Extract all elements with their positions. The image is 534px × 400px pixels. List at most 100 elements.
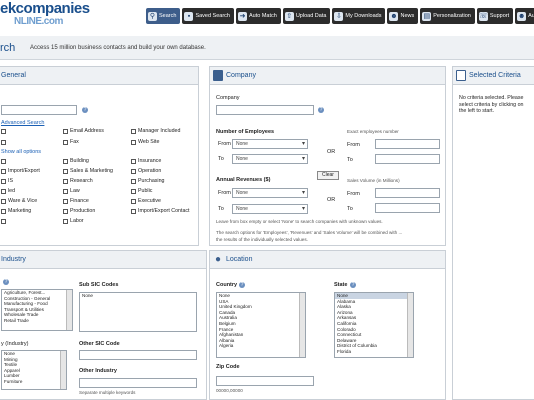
disk-icon: ▪ [184, 11, 194, 21]
checkbox-public[interactable]: Public [131, 187, 152, 195]
nav-downloads-button[interactable]: ⇩ My Downloads [332, 8, 386, 24]
list-item[interactable]: Florida [335, 349, 413, 355]
checkbox-marketing[interactable]: Marketing [1, 207, 63, 215]
nav-saved-search-button[interactable]: ▪ Saved Search [182, 8, 234, 24]
employees-to-select[interactable]: None [232, 154, 308, 164]
general-checkbox-grid-2: Building Insurance Import/Export Sales & M… [1, 157, 196, 225]
industry-list[interactable]: Agriculture, Forest... Construction - Ge… [1, 289, 73, 331]
sales-volume-label: Sales Volume (in Millions) [347, 178, 400, 183]
map-pin-icon: ● [215, 254, 222, 265]
sales-to-input[interactable] [375, 203, 440, 213]
state-label: State [334, 282, 348, 288]
other-sic-label: Other SIC Code [79, 341, 120, 347]
exact-from-label: From [347, 142, 360, 148]
checkbox-insurance[interactable]: Insurance [131, 157, 161, 165]
revenue-from-label: From [218, 190, 231, 196]
checkbox-finance[interactable]: Finance [63, 197, 131, 205]
show-options-link[interactable]: Show all options [1, 149, 41, 155]
checkbox[interactable] [1, 138, 63, 146]
checkbox-sales-marketing[interactable]: Sales & Marketing [63, 167, 131, 175]
company-label: Company [216, 95, 240, 101]
help-icon[interactable]: ? [82, 107, 88, 113]
selected-criteria-title: Selected Criteria [469, 72, 521, 79]
checkbox-executive[interactable]: Executive [131, 197, 161, 205]
revenue-to-select[interactable]: None [232, 204, 308, 214]
revenue-label: Annual Revenues ($) [216, 177, 271, 183]
scrollbar[interactable] [299, 293, 305, 357]
general-filter-input[interactable] [1, 105, 77, 115]
industry-list-2[interactable]: None Mining Textile Apparel Lumber Furni… [1, 350, 67, 390]
list-item[interactable]: None [80, 293, 196, 299]
checkbox-website[interactable]: Web Site [131, 138, 159, 146]
other-sic-input[interactable] [79, 350, 197, 360]
revenue-from-select[interactable]: None [232, 188, 308, 198]
list-item[interactable]: Retail Trade [2, 318, 72, 324]
list-item[interactable]: Algeria [217, 343, 305, 349]
help-icon[interactable]: ? [350, 282, 356, 288]
company-title: Company [226, 72, 256, 79]
checkbox-building[interactable]: Building [63, 157, 131, 165]
nav-news-button[interactable]: ☻ News [387, 8, 419, 24]
location-title: Location [226, 256, 253, 263]
checkbox-led[interactable]: led [1, 187, 63, 195]
checkbox-law[interactable]: Law [63, 187, 131, 195]
checkbox-labor[interactable]: Labor [63, 217, 131, 225]
user-icon: ☻ [517, 11, 527, 21]
list-item[interactable]: Furniture [2, 379, 66, 385]
brand-logo[interactable]: ekcompanies NLINE.com [0, 0, 90, 28]
help-icon[interactable]: ? [239, 282, 245, 288]
brand-line1: ekcompanies [0, 0, 90, 17]
other-industry-hint: Separate multiple keywords [79, 390, 136, 395]
exact-from-input[interactable] [375, 139, 440, 149]
general-title: General [1, 72, 26, 79]
location-panel-header: ● Location [210, 251, 445, 269]
nav-upload-button[interactable]: ⇧ Upload Data [282, 8, 331, 24]
download-icon: ⇩ [334, 11, 344, 21]
nav-account-button[interactable]: ☻ Au [515, 8, 534, 24]
top-navigation: ⚲ Search ▪ Saved Search ➜ Auto Match ⇧ Uploa… [146, 8, 534, 25]
checkbox-import-export[interactable]: Import/Export [1, 167, 63, 175]
search-icon: ⚲ [148, 11, 157, 21]
help-icon[interactable]: ? [3, 279, 9, 285]
checkbox-production[interactable]: Production [63, 207, 131, 215]
state-list[interactable]: None Alabama Alaska Arizona Arkansas Cal… [334, 292, 414, 358]
selected-criteria-text: No criteria selected. Please select crit… [459, 95, 524, 114]
company-input[interactable] [216, 105, 314, 115]
checkbox-fax[interactable]: Fax [63, 138, 131, 146]
checkbox-import-export-contact[interactable]: Import/Export Contact [131, 207, 190, 215]
nav-support-button[interactable]: ☏ Support [476, 8, 514, 24]
zip-hint: 00000,00000 [216, 388, 243, 393]
checkbox[interactable] [1, 217, 63, 225]
combine-note-2: the results of the individually selected… [216, 237, 308, 242]
checkbox[interactable] [1, 127, 63, 135]
checkbox[interactable] [1, 157, 63, 165]
exact-to-input[interactable] [375, 154, 440, 164]
checkbox-is[interactable]: IS [1, 177, 63, 185]
nav-search-button[interactable]: ⚲ Search [146, 8, 181, 24]
country-list[interactable]: None USA United Kingdom Canada Australia… [216, 292, 306, 358]
advanced-search-link[interactable]: Advanced Search [1, 120, 44, 126]
checkbox-manager[interactable]: Manager Included [131, 127, 180, 135]
scrollbar[interactable] [407, 293, 413, 357]
checkbox-research[interactable]: Research [63, 177, 131, 185]
nav-auto-match-button[interactable]: ➜ Auto Match [236, 8, 281, 24]
sales-from-input[interactable] [375, 188, 440, 198]
employees-to-label: To [218, 156, 224, 162]
help-icon[interactable]: ? [318, 107, 324, 113]
employees-from-select[interactable]: None [232, 139, 308, 149]
employees-from-label: From [218, 141, 231, 147]
other-industry-input[interactable] [79, 378, 197, 388]
sub-sic-list[interactable]: None [79, 292, 197, 332]
scrollbar[interactable] [66, 290, 72, 330]
checkbox-operation[interactable]: Operation [131, 167, 161, 175]
clear-button[interactable]: Clear [317, 171, 339, 180]
checkbox-ware[interactable]: Ware & Vice [1, 197, 63, 205]
scrollbar[interactable] [60, 351, 66, 389]
revenue-note: Leave from box empty or select 'None' to… [216, 219, 383, 224]
nav-personalization-button[interactable]: ▤ Personalization [420, 8, 475, 24]
zip-input[interactable] [216, 376, 314, 386]
sub-sic-label: Sub SIC Codes [79, 282, 119, 288]
checkbox-email[interactable]: Email Address [63, 127, 131, 135]
checkbox-purchasing[interactable]: Purchasing [131, 177, 165, 185]
checkmark-icon [456, 70, 466, 81]
